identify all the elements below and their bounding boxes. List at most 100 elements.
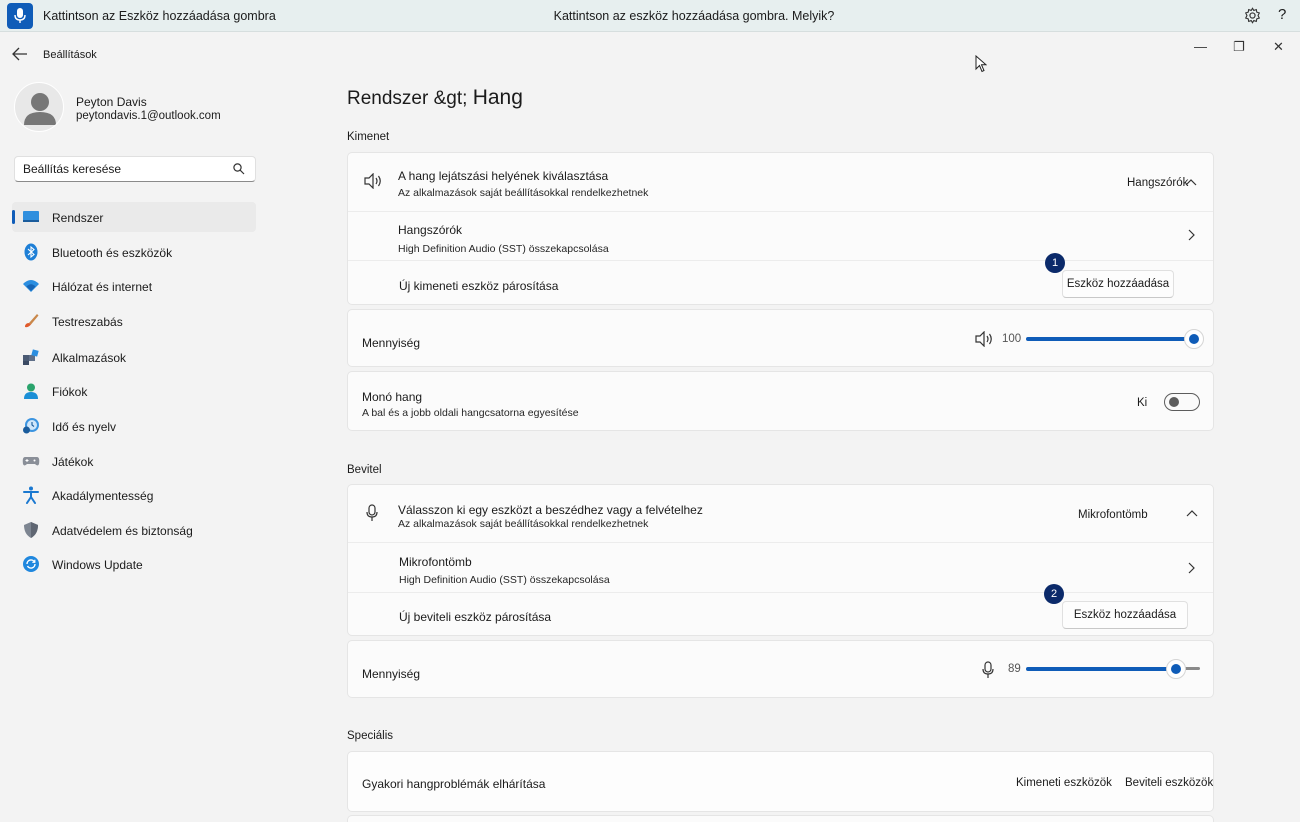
sidebar-item-accounts[interactable]: Fiókok bbox=[12, 376, 256, 406]
gear-icon[interactable] bbox=[1244, 7, 1261, 24]
avatar[interactable] bbox=[14, 82, 64, 132]
sidebar-item-apps[interactable]: Alkalmazások bbox=[12, 342, 256, 372]
input-devices-link[interactable]: Beviteli eszközök bbox=[1125, 777, 1213, 789]
slider-thumb[interactable] bbox=[1166, 659, 1186, 679]
output-devices-link[interactable]: Kimeneti eszközök bbox=[1016, 777, 1112, 789]
input-device-row[interactable]: Mikrofontömb High Definition Audio (SST)… bbox=[348, 543, 1213, 592]
output-volume-card: Mennyiség 100 bbox=[347, 309, 1214, 367]
sidebar-item-privacy[interactable]: Adatvédelem és biztonság bbox=[12, 515, 256, 545]
section-heading-input: Bevitel bbox=[347, 464, 382, 476]
restore-button[interactable]: ❐ bbox=[1233, 39, 1245, 55]
sidebar-item-rendszer[interactable]: Rendszer bbox=[12, 202, 256, 232]
output-device-chooser[interactable]: A hang lejátszási helyének kiválasztása … bbox=[348, 153, 1213, 211]
add-input-device-button[interactable]: Eszköz hozzáadása bbox=[1062, 601, 1188, 629]
apps-icon bbox=[23, 349, 39, 365]
input-device-description: High Definition Audio (SST) összekapcsol… bbox=[399, 574, 610, 586]
next-settings-card bbox=[347, 815, 1214, 822]
sidebar-item-windows-update[interactable]: Windows Update bbox=[12, 549, 256, 579]
input-volume-card: Mennyiség 89 bbox=[347, 640, 1214, 698]
input-volume-value: 89 bbox=[1008, 663, 1021, 675]
sidebar-item-label: Idő és nyelv bbox=[52, 420, 117, 434]
mouse-cursor-icon bbox=[975, 55, 987, 73]
add-output-device-button[interactable]: Eszköz hozzáadása bbox=[1062, 270, 1174, 298]
privacy-icon bbox=[24, 522, 38, 538]
output-volume-slider[interactable] bbox=[1026, 329, 1204, 349]
sidebar-item-personalization[interactable]: Testreszabás bbox=[12, 306, 256, 336]
back-arrow-icon[interactable] bbox=[12, 47, 28, 61]
sidebar-item-label: Rendszer bbox=[52, 211, 104, 225]
divider bbox=[348, 592, 1213, 593]
output-device-name: Hangszórók bbox=[398, 223, 463, 237]
troubleshoot-label: Gyakori hangproblémák elhárítása bbox=[362, 777, 546, 791]
sidebar-item-label: Hálózat és internet bbox=[52, 280, 153, 294]
selection-indicator bbox=[12, 210, 15, 224]
sidebar-item-label: Alkalmazások bbox=[52, 351, 127, 365]
chevron-right-icon bbox=[1188, 229, 1195, 241]
microphone-icon bbox=[366, 504, 378, 521]
breadcrumb-parent[interactable]: Rendszer &gt; bbox=[347, 88, 467, 109]
time-language-icon bbox=[23, 418, 39, 434]
speaker-icon[interactable] bbox=[974, 331, 994, 347]
section-heading-advanced: Speciális bbox=[347, 730, 394, 742]
troubleshoot-card: Gyakori hangproblémák elhárítása Kimenet… bbox=[347, 751, 1214, 812]
bluetooth-icon bbox=[24, 243, 38, 261]
sidebar-item-label: Játékok bbox=[52, 455, 94, 469]
system-icon bbox=[23, 211, 39, 222]
speaker-icon bbox=[364, 173, 381, 189]
settings-search bbox=[14, 156, 256, 182]
page-title: Hang bbox=[472, 86, 523, 109]
input-chooser-title: Válasszon ki egy eszközt a beszédhez vag… bbox=[398, 503, 703, 517]
input-pair-label: Új beviteli eszköz párosítása bbox=[399, 610, 552, 624]
sidebar-item-label: Akadálymentesség bbox=[52, 489, 154, 503]
search-icon[interactable] bbox=[233, 163, 245, 175]
mono-audio-toggle[interactable] bbox=[1164, 393, 1200, 411]
personalization-icon bbox=[25, 314, 39, 328]
network-icon bbox=[23, 280, 39, 292]
slider-thumb[interactable] bbox=[1184, 329, 1204, 349]
voice-number-badge: 2 bbox=[1044, 584, 1064, 604]
input-device-card: Válasszon ki egy eszközt a beszédhez vag… bbox=[347, 484, 1214, 636]
search-input[interactable] bbox=[15, 157, 215, 181]
input-chooser-subtitle: Az alkalmazások saját beállításokkal ren… bbox=[398, 518, 649, 530]
output-pair-label: Új kimeneti eszköz párosítása bbox=[399, 279, 559, 293]
input-volume-label: Mennyiség bbox=[362, 667, 421, 681]
microphone-icon[interactable] bbox=[982, 661, 994, 679]
voice-number-badge: 1 bbox=[1045, 253, 1065, 273]
slider-track-rest bbox=[1184, 667, 1200, 670]
input-device-chooser[interactable]: Válasszon ki egy eszközt a beszédhez vag… bbox=[348, 485, 1213, 542]
sidebar-item-label: Fiókok bbox=[52, 385, 88, 399]
output-chooser-title: A hang lejátszási helyének kiválasztása bbox=[398, 169, 609, 183]
sidebar-item-bluetooth[interactable]: Bluetooth és eszközök bbox=[12, 237, 256, 267]
sidebar-item-label: Testreszabás bbox=[52, 315, 123, 329]
sidebar-item-network[interactable]: Hálózat és internet bbox=[12, 271, 256, 301]
output-device-description: High Definition Audio (SST) összekapcsol… bbox=[398, 243, 609, 255]
chevron-right-icon bbox=[1188, 562, 1195, 574]
sidebar-item-label: Bluetooth és eszközök bbox=[52, 246, 173, 260]
mono-audio-title: Monó hang bbox=[362, 390, 423, 404]
output-volume-value: 100 bbox=[1002, 333, 1022, 345]
sidebar-item-accessibility[interactable]: Akadálymentesség bbox=[12, 480, 256, 510]
breadcrumb: Rendszer &gt; Hang bbox=[347, 86, 523, 110]
accounts-icon bbox=[24, 383, 38, 399]
chevron-up-icon bbox=[1185, 179, 1197, 186]
app-title: Beállítások bbox=[43, 49, 97, 61]
help-button[interactable]: ? bbox=[1278, 6, 1286, 23]
accessibility-icon bbox=[23, 486, 39, 504]
sidebar-item-label: Adatvédelem és biztonság bbox=[52, 524, 193, 538]
user-name: Peyton Davis bbox=[76, 95, 147, 109]
gaming-icon bbox=[22, 457, 40, 466]
section-heading-output: Kimenet bbox=[347, 131, 390, 143]
close-button[interactable]: ✕ bbox=[1273, 39, 1284, 55]
mono-toggle-state: Ki bbox=[1137, 397, 1148, 409]
output-device-card: A hang lejátszási helyének kiválasztása … bbox=[347, 152, 1214, 305]
voice-access-bar: Kattintson az Eszköz hozzáadása gombra K… bbox=[0, 0, 1300, 32]
sidebar-item-time-language[interactable]: Idő és nyelv bbox=[12, 411, 256, 441]
mono-audio-subtitle: A bal és a jobb oldali hangcsatorna egye… bbox=[362, 407, 579, 419]
output-device-row[interactable]: Hangszórók High Definition Audio (SST) ö… bbox=[348, 212, 1213, 260]
mono-audio-card: Monó hang A bal és a jobb oldali hangcsa… bbox=[347, 371, 1214, 431]
slider-track-filled bbox=[1026, 667, 1174, 671]
voice-prompt-text: Kattintson az eszköz hozzáadása gombra. … bbox=[553, 9, 835, 23]
input-volume-slider[interactable] bbox=[1026, 659, 1202, 679]
sidebar-item-gaming[interactable]: Játékok bbox=[12, 446, 256, 476]
minimize-button[interactable]: — bbox=[1194, 39, 1207, 54]
